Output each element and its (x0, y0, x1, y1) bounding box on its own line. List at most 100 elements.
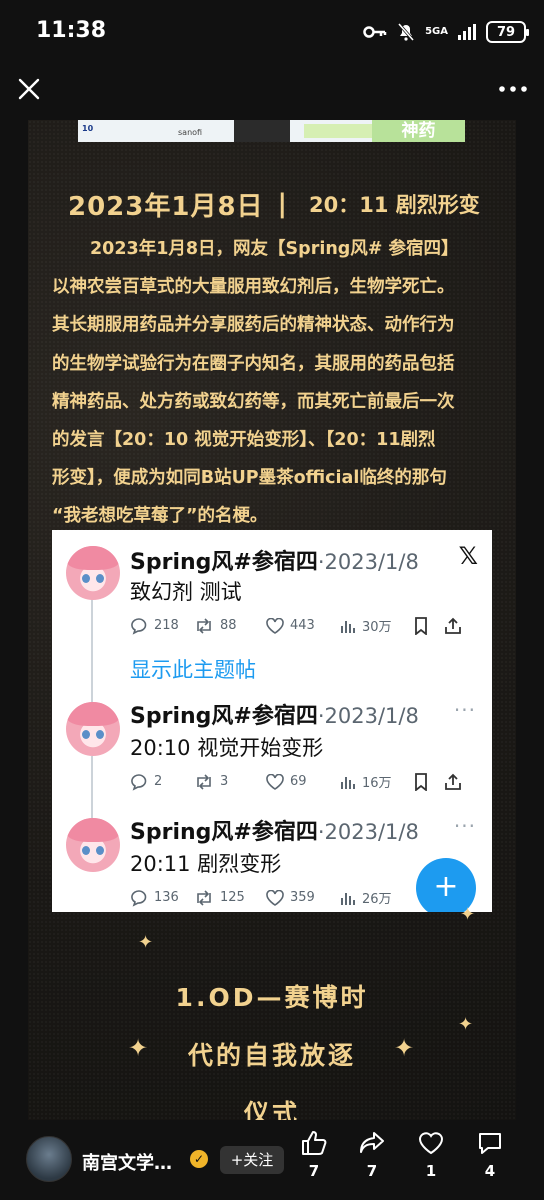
paragraph-line: 以神农尝百草式的大量服用致幻剂后，生物学死亡。 (52, 277, 455, 298)
network-label: 5GA (425, 26, 448, 37)
section-title-line: 1.OD—赛博时 (175, 983, 369, 1012)
x-logo-icon: 𝕏 (458, 542, 478, 570)
sparkle-icon: ✦ (394, 1034, 415, 1062)
share-count: 7 (366, 1162, 378, 1180)
status-time: 11:38 (36, 18, 107, 43)
section-title-line: 仪式 (243, 1099, 300, 1120)
comment-icon (479, 1133, 501, 1154)
battery-level: 79 (496, 24, 516, 40)
view-stat: 16万 (340, 772, 414, 791)
bottom-action-bar: 南宫文学… ✓ +关注 7 7 1 4 (0, 1120, 544, 1200)
comment-count: 4 (484, 1162, 496, 1180)
comment-button[interactable]: 4 (468, 1130, 512, 1180)
status-icons: 5GA 79 (363, 18, 529, 46)
like-stat: 359 (266, 889, 340, 906)
thumbs-up-icon (302, 1131, 327, 1155)
repost-icon (197, 889, 211, 906)
signal-icon (458, 24, 476, 40)
post-text: 20:10 视觉开始变形 (130, 736, 324, 760)
views-icon (341, 620, 355, 633)
embedded-post-screenshot: 𝕏 Spring风#参宿四·2023/1/8 致幻剂 测试 218 88 443… (52, 530, 492, 912)
post-more-icon: ··· (453, 698, 476, 722)
reply-icon (131, 773, 147, 791)
banner-left-text: 10 (82, 124, 94, 133)
headline-separator: | (277, 189, 288, 219)
reply-stat: 2 (130, 773, 194, 791)
banner-box (304, 124, 374, 138)
post-author: Spring风#参宿四·2023/1/8 (130, 814, 419, 846)
views-icon (341, 776, 355, 789)
repost-stat: 125 (194, 889, 266, 907)
view-count: 30万 (362, 620, 392, 635)
battery-indicator: 79 (486, 21, 529, 43)
post-text: 20:11 剧烈变形 (130, 852, 282, 876)
headline: 2023年1月8日 | 20：11 剧烈形变 (68, 184, 508, 224)
share-icon (445, 773, 461, 790)
bookmark-icon (415, 616, 427, 635)
follow-button[interactable]: +关注 (220, 1146, 284, 1174)
heart-icon (266, 889, 284, 906)
bookmark-icon (415, 772, 427, 791)
status-bar: 11:38 5GA 79 (0, 0, 544, 64)
favorite-button[interactable]: 1 (409, 1130, 453, 1180)
post-more-icon: ··· (453, 814, 476, 838)
show-thread-link: 显示此主题帖 (130, 658, 256, 682)
avatar (66, 546, 120, 600)
like-button[interactable]: 7 (292, 1130, 336, 1180)
author-avatar[interactable] (26, 1136, 72, 1182)
author-name: Spring风#参宿四 (130, 550, 318, 575)
sparkle-icon: ✦ (138, 932, 154, 953)
avatar (66, 818, 120, 872)
repost-stat: 3 (194, 773, 266, 791)
close-icon[interactable] (14, 74, 44, 104)
paragraph-line: 其长期服用药品并分享服药后的精神状态、动作行为 (52, 315, 455, 336)
like-stat: 69 (266, 773, 340, 790)
reply-count: 136 (154, 890, 179, 905)
banner-brand: sanofi (178, 128, 203, 137)
banner-right-text: 神药 (372, 120, 465, 142)
repost-stat: 88 (194, 617, 266, 635)
avatar (66, 702, 120, 756)
like-count: 443 (290, 618, 315, 633)
author-name[interactable]: 南宫文学… (82, 1149, 172, 1175)
sparkle-icon: ✦ (458, 1014, 474, 1035)
heart-icon (418, 1132, 444, 1155)
thread-line (91, 756, 93, 818)
thread-line (91, 598, 93, 706)
reply-stat: 136 (130, 889, 194, 907)
paragraph-line: 的生物学试验行为在圈子内知名，其服用的药品包括 (52, 353, 455, 374)
post-date: ·2023/1/8 (317, 820, 419, 844)
author-name: Spring风#参宿四 (130, 820, 318, 845)
headline-date: 2023年1月8日 (68, 191, 264, 222)
top-bar (0, 64, 544, 120)
banner-figure (234, 120, 290, 142)
verified-badge-icon: ✓ (190, 1150, 208, 1168)
like-count: 7 (308, 1162, 320, 1180)
post-actions: 136 125 359 26万 (130, 888, 414, 907)
like-count: 359 (290, 890, 315, 905)
mute-bell-icon (397, 23, 415, 41)
view-stat: 30万 (340, 616, 414, 635)
article-content[interactable]: 10 sanofi 神药 2023年1月8日 | 20：11 剧烈形变 2023… (28, 120, 516, 1120)
favorite-count: 1 (425, 1162, 437, 1180)
key-icon (363, 26, 387, 38)
view-count: 26万 (362, 892, 392, 907)
banner-image: 10 sanofi 神药 (78, 120, 465, 142)
author-name: Spring风#参宿四 (130, 704, 318, 729)
post-actions: 2 3 69 16万 (130, 772, 462, 791)
reply-stat: 218 (130, 617, 194, 635)
repost-icon (197, 617, 211, 634)
section-title-line: 代的自我放逐 (187, 1041, 356, 1070)
reply-icon (131, 617, 147, 635)
more-icon[interactable] (496, 74, 530, 104)
share-button[interactable]: 7 (350, 1130, 394, 1180)
views-icon (341, 892, 355, 905)
article-paragraph: 2023年1月8日，网友【Spring风# 参宿四】 以神农尝百草式的大量服用致… (52, 230, 506, 536)
paragraph-line: 的发言【20：10 视觉开始变形】、【20：11剧烈 (52, 430, 436, 451)
share-arrow-icon (360, 1132, 384, 1153)
repost-icon (197, 773, 211, 790)
view-stat: 26万 (340, 888, 414, 907)
heart-icon (266, 773, 284, 790)
post-author: Spring风#参宿四·2023/1/8 (130, 698, 419, 730)
post-author: Spring风#参宿四·2023/1/8 (130, 544, 419, 576)
